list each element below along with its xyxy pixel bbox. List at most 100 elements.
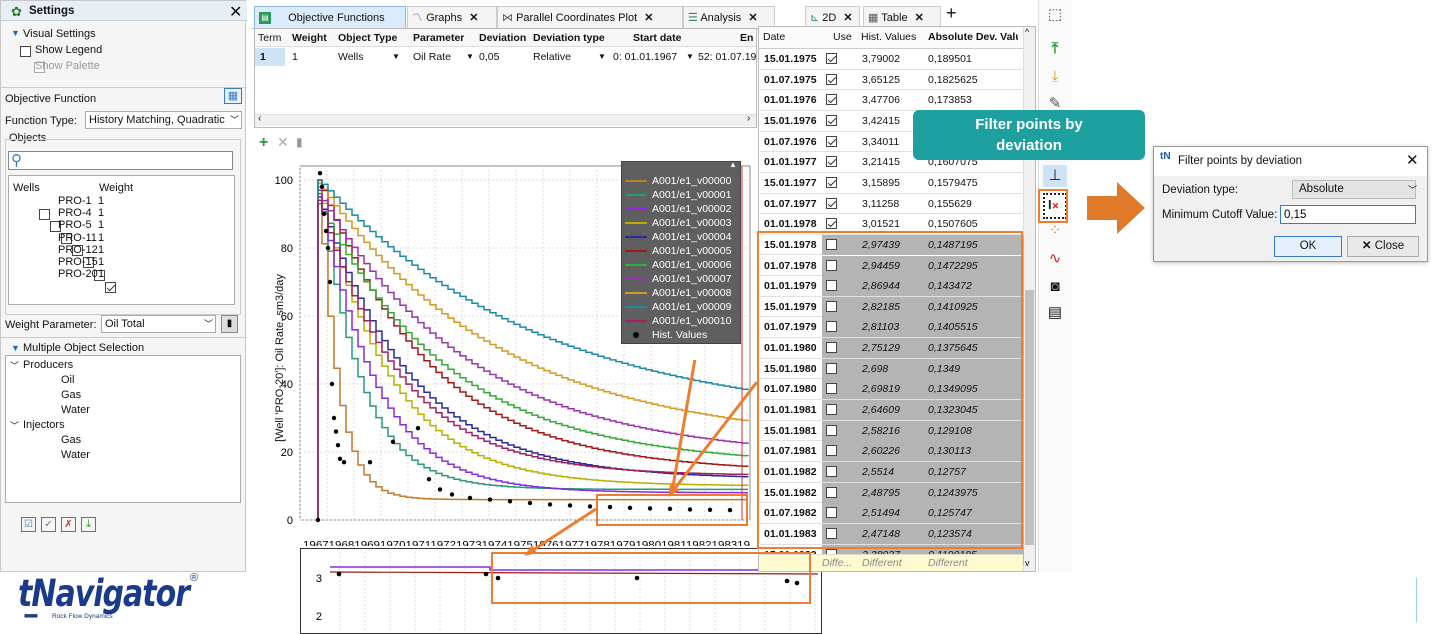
visual-settings-label[interactable]: Visual Settings — [23, 28, 96, 40]
tab-objective-functions[interactable]: ▤ Objective Functions — [254, 6, 406, 28]
col-header[interactable]: Deviation — [479, 32, 526, 44]
dropdown-arrow-icon[interactable]: ▼ — [392, 52, 400, 61]
col-header[interactable]: Term — [258, 32, 281, 44]
close-icon[interactable]: ✕ — [915, 12, 924, 24]
tree-item[interactable]: Gas — [61, 434, 81, 446]
use-checkbox[interactable] — [826, 218, 837, 230]
tab-table[interactable]: ▦ Table ✕ — [863, 6, 941, 28]
close-icon[interactable]: ✕ — [229, 2, 242, 22]
use-checkbox[interactable] — [826, 156, 837, 168]
print-icon[interactable]: ▤ — [1043, 302, 1067, 324]
scroll-up-icon[interactable]: ^ — [1025, 27, 1029, 37]
add-tab-button[interactable]: + — [946, 3, 957, 24]
tab-parallel-coordinates[interactable]: ⋈ Parallel Coordinates Plot ✕ — [497, 6, 683, 28]
col-header[interactable]: Date — [763, 31, 785, 43]
col-header[interactable]: Use — [833, 31, 852, 43]
multi-select-label[interactable]: Multiple Object Selection — [23, 342, 144, 354]
close-icon[interactable]: ✕ — [644, 12, 653, 24]
object-type-cell[interactable]: Wells — [338, 51, 363, 63]
chevron-down-icon[interactable]: ﹀ — [1408, 183, 1417, 196]
col-header[interactable]: Parameter — [413, 32, 464, 44]
tree-item[interactable]: Water — [61, 404, 90, 416]
camera-icon[interactable]: ◙ — [1043, 276, 1067, 298]
close-icon[interactable]: ✕ — [843, 12, 852, 24]
error-bar-icon[interactable]: ⊥ — [1043, 165, 1067, 187]
scroll-down-icon[interactable]: v — [1025, 558, 1030, 568]
download-icon[interactable]: ⤓ — [81, 517, 96, 532]
uncheck-icon[interactable]: ✗ — [61, 517, 76, 532]
parameter-cell[interactable]: Oil Rate — [413, 51, 451, 63]
show-legend-checkbox[interactable] — [20, 45, 31, 57]
deviation-type-select[interactable]: Absolute — [1292, 180, 1416, 199]
well-checkbox[interactable] — [105, 281, 116, 293]
col-header[interactable]: Deviation type — [533, 32, 605, 44]
add-button[interactable]: + — [259, 134, 268, 152]
tree-injectors[interactable]: Injectors — [23, 419, 65, 431]
collapse-triangle-icon[interactable]: ▼ — [11, 343, 20, 353]
check-icon[interactable]: ✓ — [41, 517, 56, 532]
close-icon[interactable]: ✕ — [748, 12, 757, 24]
use-checkbox[interactable] — [826, 176, 837, 188]
legend-scroll-up-icon[interactable]: ▲ — [729, 160, 737, 169]
deviation-cell[interactable]: 0,05 — [479, 51, 499, 63]
term-cell[interactable]: 1 — [260, 51, 266, 63]
col-header[interactable]: Object Type — [338, 32, 397, 44]
dropdown-arrow-icon[interactable]: ▼ — [598, 52, 606, 61]
table-row[interactable]: 01.07.1975 3,65125 0,1825625 — [760, 70, 1022, 91]
col-header[interactable]: Absolute Dev. Valu — [928, 31, 1018, 43]
table-row[interactable]: 01.07.1977 3,11258 0,155629 — [760, 194, 1022, 215]
start-date-cell[interactable]: 0: 01.01.1967 — [613, 51, 677, 63]
ok-button[interactable]: OK — [1274, 236, 1342, 257]
weight-cell[interactable]: 1 — [292, 51, 298, 63]
chevron-down-icon[interactable]: ﹀ — [230, 113, 239, 126]
col-header[interactable]: Start date — [633, 32, 681, 44]
use-checkbox[interactable] — [826, 73, 837, 85]
scrollbar-thumb[interactable] — [1025, 290, 1034, 545]
tree-item[interactable]: Oil — [61, 374, 74, 386]
tree-item[interactable]: Water — [61, 449, 90, 461]
dropdown-arrow-icon[interactable]: ▼ — [686, 52, 694, 61]
table-row[interactable]: 15.01.1975 3,79002 0,189501 — [760, 49, 1022, 70]
col-header[interactable]: Hist. Values — [861, 31, 916, 43]
curve-download-icon[interactable]: ⤓ — [1043, 66, 1067, 88]
export-up-icon[interactable]: ⤒ — [1043, 38, 1067, 60]
scatter-points-icon[interactable]: ⁘ — [1043, 220, 1067, 242]
table-row[interactable]: 15.01.1977 3,15895 0,1579475 — [760, 173, 1022, 194]
col-header[interactable]: En — [740, 32, 756, 44]
tree-producers[interactable]: Producers — [23, 359, 73, 371]
weight-parameter-select[interactable]: Oil Total — [101, 315, 216, 333]
weight-settings-icon[interactable]: ▮ — [221, 315, 238, 333]
tree-item[interactable]: Gas — [61, 389, 81, 401]
check-all-icon[interactable]: ☑ — [21, 517, 36, 532]
end-date-cell[interactable]: 52: 01.07.19 — [698, 51, 756, 63]
cube-icon[interactable]: ⬚ — [1043, 4, 1067, 26]
col-header[interactable]: Weight — [292, 32, 327, 44]
scroll-left-icon[interactable]: ‹ — [258, 113, 261, 124]
use-checkbox[interactable] — [826, 94, 837, 106]
legend-label: A001/e1_v00003 — [652, 217, 732, 229]
function-type-select[interactable]: History Matching, Quadratic — [85, 111, 242, 129]
use-checkbox[interactable] — [826, 114, 837, 126]
close-button[interactable]: ✕ Close — [1347, 236, 1419, 257]
dropdown-arrow-icon[interactable]: ▼ — [466, 52, 474, 61]
table-row[interactable]: 01.01.1976 3,47706 0,173853 — [760, 90, 1022, 111]
table-view-icon[interactable]: ▦ — [224, 88, 242, 104]
tab-2d[interactable]: ⊾ 2D ✕ — [805, 6, 860, 28]
tab-graphs[interactable]: 〽 Graphs ✕ — [407, 6, 497, 28]
use-checkbox[interactable] — [826, 135, 837, 147]
search-input[interactable] — [8, 151, 233, 170]
tree-expand-icon[interactable]: ﹀ — [10, 359, 19, 372]
horizontal-scrollbar[interactable] — [255, 114, 756, 126]
curve-filter-icon[interactable]: ∿ — [1043, 248, 1067, 270]
use-checkbox[interactable] — [826, 197, 837, 209]
deviation-type-cell[interactable]: Relative — [533, 51, 571, 63]
collapse-triangle-icon[interactable]: ▼ — [11, 28, 20, 38]
tree-expand-icon[interactable]: ﹀ — [10, 419, 19, 432]
close-icon[interactable]: ✕ — [469, 12, 478, 24]
min-cutoff-input[interactable] — [1280, 205, 1416, 224]
tab-analysis[interactable]: ☰ Analysis ✕ — [683, 6, 775, 28]
close-icon[interactable]: ✕ — [1406, 151, 1419, 169]
use-checkbox[interactable] — [826, 53, 837, 64]
chevron-down-icon[interactable]: ﹀ — [204, 317, 213, 330]
scroll-right-icon[interactable]: › — [747, 113, 750, 124]
